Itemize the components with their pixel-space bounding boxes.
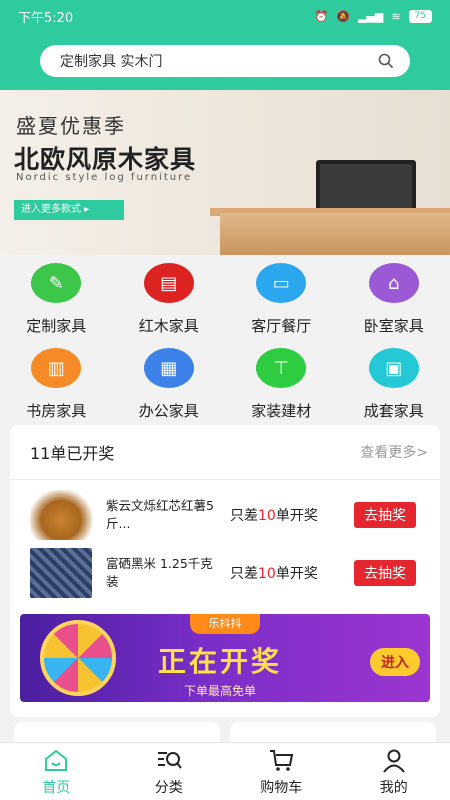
category-label: 成套家具 (363, 402, 424, 420)
lottery-item[interactable]: 紫云文烁红芯红薯5斤... 只差10单开奖 去抽奖 (10, 485, 440, 545)
promo-banner[interactable]: 盛夏优惠季 北欧风原木家具 Nordic style log furniture… (0, 90, 450, 255)
desk-icon: ▥ (31, 348, 82, 388)
status-time: 下午5:20 (18, 10, 74, 26)
furniture-set-icon: ▣ (368, 348, 419, 388)
category-label: 客厅餐厅 (251, 317, 312, 335)
status-icons: ⏰ 🔕 ▂▄▆ ≋ 75 (314, 9, 432, 23)
lottery-promo-banner[interactable]: 乐抖抖 正在开奖 下单最高免单 进入 (20, 614, 430, 702)
tab-label: 购物车 (260, 780, 303, 796)
product-thumbnail (30, 490, 92, 540)
tab-label: 首页 (42, 780, 71, 796)
bed-icon: ⌂ (368, 263, 419, 303)
category-item[interactable]: ✎ 定制家具 (0, 255, 113, 340)
battery-icon: 75 (408, 9, 432, 23)
office-desk-icon: ▦ (143, 348, 194, 388)
category-item[interactable]: ▤ 红木家具 (113, 255, 226, 340)
lottery-header: 11单已开奖 查看更多> (10, 425, 440, 480)
tab-label: 分类 (154, 780, 183, 796)
alarm-icon: ⏰ (314, 9, 329, 23)
cabinet-icon: ▤ (143, 263, 194, 303)
banner-english: Nordic style log furniture (16, 172, 193, 183)
promo-brand: 乐抖抖 (190, 614, 260, 634)
category-label: 卧室家具 (363, 317, 424, 335)
tab-label: 我的 (379, 780, 408, 796)
product-name: 紫云文烁红芯红薯5斤... (106, 498, 214, 531)
app-header: 下午5:20 ⏰ 🔕 ▂▄▆ ≋ 75 定制家具 实木门 (0, 0, 450, 90)
promo-headline: 正在开奖 (158, 645, 283, 678)
tab-home[interactable]: 首页 (0, 743, 113, 800)
draw-requirement: 只差10单开奖 (230, 508, 318, 524)
category-item[interactable]: ⌂ 卧室家具 (338, 255, 450, 340)
mute-icon: 🔕 (336, 9, 350, 23)
draw-requirement: 只差10单开奖 (230, 566, 318, 582)
banner-title: 北欧风原木家具 (14, 145, 197, 174)
category-label: 红木家具 (138, 317, 199, 335)
wifi-icon: ≋ (391, 9, 401, 23)
banner-more-button[interactable]: 进入更多款式 ▸ (14, 200, 124, 220)
draw-button[interactable]: 去抽奖 (354, 502, 416, 528)
search-icon[interactable] (378, 53, 394, 69)
bottom-tab-bar: 首页 分类 购物车 我的 (0, 742, 450, 800)
category-label: 书房家具 (26, 402, 87, 420)
lottery-title: 11单已开奖 (30, 444, 115, 463)
category-item[interactable]: ▦ 办公家具 (113, 340, 226, 425)
product-thumbnail (30, 548, 92, 598)
category-label: 家装建材 (251, 402, 312, 420)
category-item[interactable]: ▭ 客厅餐厅 (225, 255, 338, 340)
category-item[interactable]: ▣ 成套家具 (338, 340, 450, 425)
faucet-icon: ⊤ (256, 348, 307, 388)
lottery-card: 11单已开奖 查看更多> 紫云文烁红芯红薯5斤... 只差10单开奖 去抽奖 富… (10, 425, 440, 717)
category-item[interactable]: ⊤ 家装建材 (225, 340, 338, 425)
draw-button[interactable]: 去抽奖 (354, 560, 416, 586)
banner-subtitle: 盛夏优惠季 (16, 114, 126, 138)
status-bar: 下午5:20 ⏰ 🔕 ▂▄▆ ≋ 75 (0, 0, 450, 32)
sofa-icon: ▭ (256, 263, 307, 303)
category-search-icon (157, 752, 182, 769)
pencil-ruler-icon: ✎ (31, 263, 82, 303)
tab-category[interactable]: 分类 (113, 743, 226, 800)
cart-icon (270, 750, 294, 771)
category-grid: ✎ 定制家具 ▤ 红木家具 ▭ 客厅餐厅 ⌂ 卧室家具 ▥ 书房家具 ▦ 办公家… (0, 255, 450, 425)
user-icon (382, 749, 405, 773)
category-label: 办公家具 (138, 402, 199, 420)
category-item[interactable]: ▥ 书房家具 (0, 340, 113, 425)
search-input[interactable]: 定制家具 实木门 (60, 51, 378, 71)
prize-wheel-icon (40, 620, 116, 696)
lottery-item[interactable]: 富硒黑米 1.25千克装 只差10单开奖 去抽奖 (10, 543, 440, 603)
promo-subtitle: 下单最高免单 (184, 684, 257, 698)
signal-icon: ▂▄▆ (357, 9, 384, 23)
tab-cart[interactable]: 购物车 (225, 743, 338, 800)
tab-mine[interactable]: 我的 (338, 743, 450, 800)
search-bar[interactable]: 定制家具 实木门 (40, 45, 410, 77)
promo-enter-button[interactable]: 进入 (370, 648, 420, 676)
view-more-link[interactable]: 查看更多> (360, 442, 428, 462)
category-label: 定制家具 (26, 317, 87, 335)
product-name: 富硒黑米 1.25千克装 (106, 556, 213, 589)
home-icon (45, 749, 68, 771)
desk-image (220, 213, 450, 255)
